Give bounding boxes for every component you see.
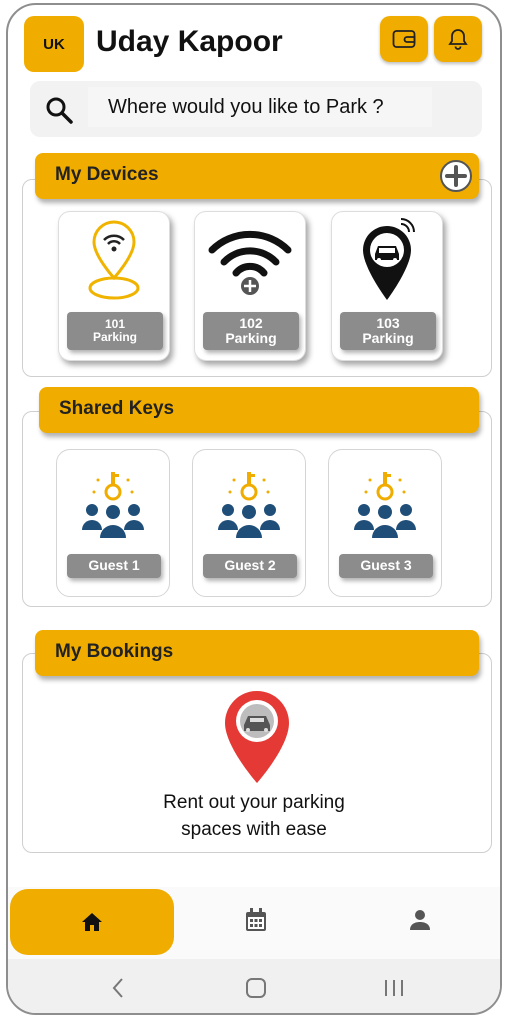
bottom-nav: [8, 887, 500, 959]
guest-label: Guest 3: [339, 554, 433, 578]
car-pin-icon: [363, 218, 415, 300]
shared-keys-header: Shared Keys: [39, 387, 479, 433]
search-icon: [46, 97, 73, 124]
bookings-line-2: spaces with ease: [181, 819, 327, 840]
system-back-button[interactable]: [98, 971, 138, 1005]
system-nav-bar: [8, 959, 500, 1013]
location-pin-wifi-icon: [88, 220, 140, 300]
nav-profile[interactable]: [372, 887, 468, 953]
device-label: 102 Parking: [203, 312, 299, 350]
back-chevron-icon: [112, 978, 123, 998]
system-home-button[interactable]: [236, 971, 276, 1005]
bell-icon: [448, 29, 468, 50]
home-icon: [82, 913, 102, 931]
calendar-icon: [246, 908, 266, 931]
device-card-102[interactable]: 102 Parking: [194, 211, 306, 361]
wallet-icon: [392, 30, 416, 48]
guest-label: Guest 2: [203, 554, 297, 578]
bookings-header: My Bookings: [35, 630, 479, 676]
key-group-icon: [82, 472, 144, 538]
key-group-icon: [354, 472, 416, 538]
guest-label: Guest 1: [67, 554, 161, 578]
bookings-title: My Bookings: [55, 641, 174, 662]
system-recents-button[interactable]: [374, 971, 414, 1005]
parking-pin-icon[interactable]: [222, 689, 292, 790]
guest-card-3[interactable]: Guest 3: [328, 449, 442, 597]
shared-keys-title: Shared Keys: [59, 398, 175, 419]
user-name: Uday Kapoor: [96, 25, 283, 58]
devices-header: My Devices: [35, 153, 479, 199]
avatar-initials: UK: [43, 35, 65, 53]
recents-icon: [385, 980, 403, 996]
device-label: 101 Parking: [67, 312, 163, 350]
avatar[interactable]: UK: [24, 16, 84, 72]
device-card-103[interactable]: 103 Parking: [331, 211, 443, 361]
device-card-101[interactable]: 101 Parking: [58, 211, 170, 361]
bookings-line-1: Rent out your parking: [163, 792, 345, 813]
phone-frame: UK Uday Kapoor Where would you like to P…: [6, 3, 502, 1015]
devices-title: My Devices: [55, 164, 159, 185]
add-device-icon[interactable]: [439, 159, 473, 193]
profile-icon: [410, 910, 430, 930]
nav-home[interactable]: [10, 889, 174, 955]
key-group-icon: [218, 472, 280, 538]
device-label: 103 Parking: [340, 312, 436, 350]
nav-calendar[interactable]: [208, 887, 304, 953]
search-input[interactable]: Where would you like to Park ?: [88, 87, 432, 127]
notifications-button[interactable]: [434, 16, 482, 62]
search-bar[interactable]: Where would you like to Park ?: [30, 81, 482, 137]
guest-card-2[interactable]: Guest 2: [192, 449, 306, 597]
home-square-icon: [246, 978, 266, 998]
wifi-add-icon: [208, 230, 292, 295]
wallet-button[interactable]: [380, 16, 428, 62]
guest-card-1[interactable]: Guest 1: [56, 449, 170, 597]
